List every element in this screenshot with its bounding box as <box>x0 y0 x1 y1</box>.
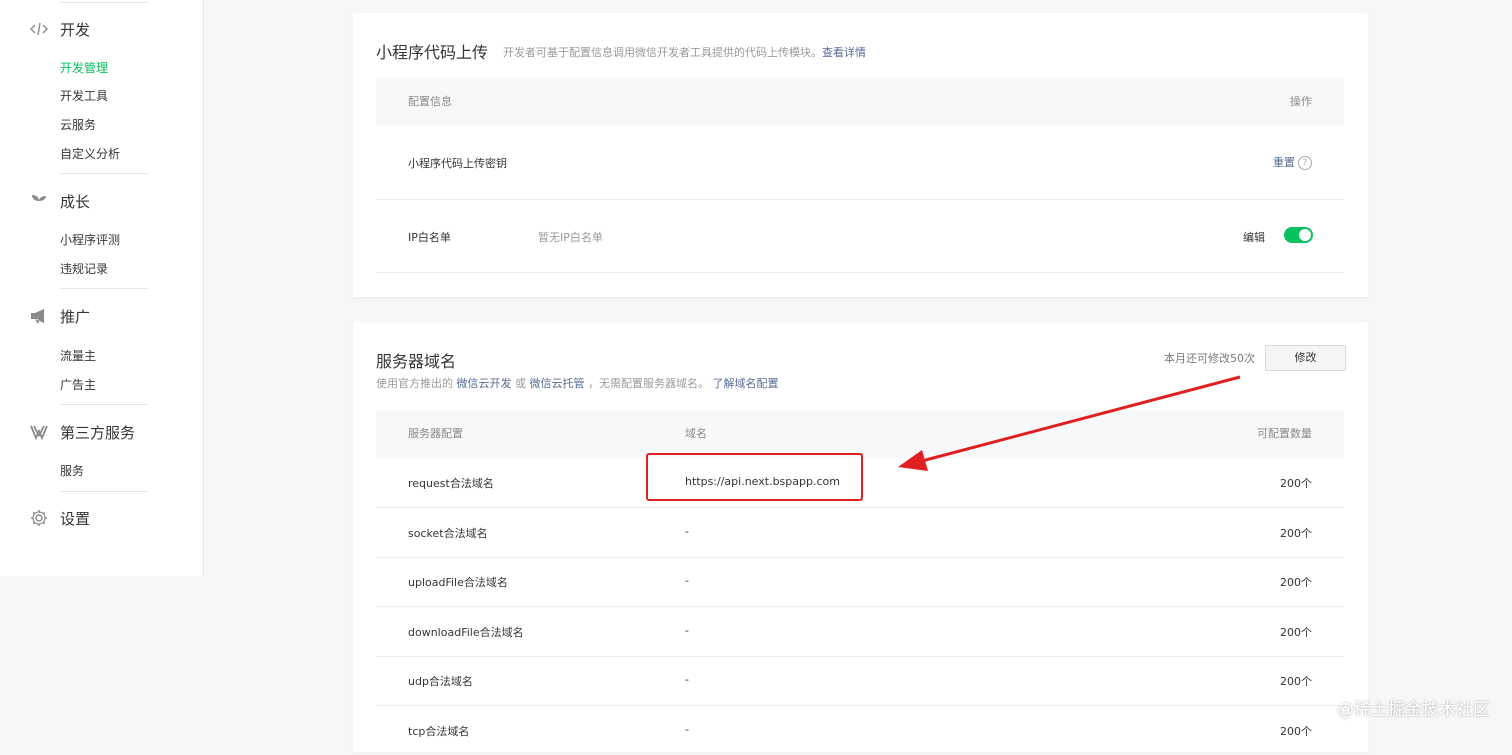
ip-whitelist-toggle[interactable] <box>1284 227 1313 243</box>
sidebar-item-custom-analysis[interactable]: 自定义分析 <box>60 145 120 163</box>
row-config-name: request合法域名 <box>408 477 494 490</box>
sidebar-group-third-party[interactable]: 第三方服务 <box>30 421 135 443</box>
sprout-icon <box>30 192 48 210</box>
sidebar-divider <box>60 491 148 492</box>
sidebar-divider <box>60 2 148 3</box>
code-upload-title: 小程序代码上传 <box>376 43 489 62</box>
code-upload-description: 开发者可基于配置信息调用微信开发者工具提供的代码上传模块。查看详情 <box>503 46 866 59</box>
code-icon <box>30 20 48 38</box>
table-row: uploadFile合法域名 - 200个 <box>376 557 1344 607</box>
server-domain-card: 服务器域名 使用官方推出的 微信云开发 或 微信云托管 ，无需配置服务器域名。 … <box>353 322 1368 752</box>
table-row: udp合法域名 - 200个 <box>376 656 1344 706</box>
ip-whitelist-label: IP白名单 <box>408 231 451 244</box>
learn-domain-config-link[interactable]: 了解域名配置 <box>713 377 779 390</box>
reset-link[interactable]: 重置 <box>1273 156 1295 169</box>
server-domain-title: 服务器域名 <box>376 352 457 371</box>
server-domain-description: 使用官方推出的 微信云开发 或 微信云托管 ，无需配置服务器域名。 了解域名配置 <box>376 377 779 390</box>
reset-action: 重置? <box>1273 154 1312 170</box>
sidebar-group-label: 设置 <box>60 509 91 528</box>
view-details-link[interactable]: 查看详情 <box>822 46 866 59</box>
row-count: 200个 <box>1280 626 1312 639</box>
third-party-icon <box>30 423 48 441</box>
modify-quota-text: 本月还可修改50次 <box>1164 352 1255 365</box>
help-icon[interactable]: ? <box>1298 156 1312 170</box>
row-config-name: tcp合法域名 <box>408 725 470 738</box>
sidebar-divider <box>60 288 148 289</box>
table-row: tcp合法域名 - 200个 <box>376 706 1344 755</box>
ip-whitelist-value: 暂无IP白名单 <box>538 231 603 244</box>
server-domain-table-header: 服务器配置 域名 可配置数量 <box>376 410 1344 458</box>
sidebar-group-growth[interactable]: 成长 <box>30 190 90 212</box>
sidebar-divider <box>60 404 148 405</box>
sidebar-group-label: 推广 <box>60 307 91 326</box>
edit-link[interactable]: 编辑 <box>1243 229 1265 245</box>
sidebar-item-service[interactable]: 服务 <box>60 462 84 480</box>
watermark: @稀土掘金技术社区 <box>1337 700 1490 720</box>
sidebar-item-evaluation[interactable]: 小程序评测 <box>60 231 120 249</box>
row-count: 200个 <box>1280 477 1312 490</box>
sidebar-divider <box>60 173 148 174</box>
table-row: 小程序代码上传密钥 重置? <box>376 126 1344 200</box>
row-count: 200个 <box>1280 725 1312 738</box>
row-domain: - <box>685 525 689 538</box>
row-config-name: socket合法域名 <box>408 527 488 540</box>
sidebar-group-develop[interactable]: 开发 <box>30 18 90 40</box>
megaphone-icon <box>30 307 48 325</box>
sidebar-item-dev-management[interactable]: 开发管理 <box>60 59 108 77</box>
header-count: 可配置数量 <box>1257 427 1312 440</box>
sidebar-item-dev-tools[interactable]: 开发工具 <box>60 87 108 105</box>
row-config-name: udp合法域名 <box>408 675 473 688</box>
sidebar-group-settings[interactable]: 设置 <box>30 507 90 529</box>
toggle-knob <box>1299 229 1311 241</box>
table-row: downloadFile合法域名 - 200个 <box>376 607 1344 657</box>
row-count: 200个 <box>1280 527 1312 540</box>
row-config-name: uploadFile合法域名 <box>408 576 508 589</box>
row-domain: - <box>685 624 689 637</box>
sidebar-item-advertiser[interactable]: 广告主 <box>60 376 96 394</box>
row-config-name: downloadFile合法域名 <box>408 626 524 639</box>
row-count: 200个 <box>1280 576 1312 589</box>
sidebar: 开发 开发管理 开发工具 云服务 自定义分析 成长 小程序评测 违规记录 推广 … <box>0 0 204 576</box>
row-domain: - <box>685 673 689 686</box>
wechat-cloud-dev-link[interactable]: 微信云开发 <box>457 377 512 390</box>
upload-key-label: 小程序代码上传密钥 <box>408 157 507 170</box>
sidebar-group-label: 第三方服务 <box>60 423 136 442</box>
header-config-info: 配置信息 <box>408 95 452 108</box>
code-upload-table-header: 配置信息 操作 <box>376 78 1344 126</box>
sidebar-group-label: 开发 <box>60 20 91 39</box>
sidebar-item-violations[interactable]: 违规记录 <box>60 260 108 278</box>
sidebar-item-cloud-service[interactable]: 云服务 <box>60 116 96 134</box>
header-domain: 域名 <box>685 427 707 440</box>
gear-icon <box>30 509 48 527</box>
header-action: 操作 <box>1290 95 1312 108</box>
sidebar-group-promotion[interactable]: 推广 <box>30 305 90 327</box>
row-domain: - <box>685 574 689 587</box>
table-row: IP白名单 暂无IP白名单 编辑 <box>376 199 1344 273</box>
sidebar-group-label: 成长 <box>60 192 91 211</box>
row-domain: - <box>685 723 689 736</box>
code-upload-card: 小程序代码上传 开发者可基于配置信息调用微信开发者工具提供的代码上传模块。查看详… <box>353 13 1368 297</box>
header-server-config: 服务器配置 <box>408 427 463 440</box>
table-row: socket合法域名 - 200个 <box>376 508 1344 558</box>
row-count: 200个 <box>1280 675 1312 688</box>
wechat-cloud-hosting-link[interactable]: 微信云托管 <box>530 377 585 390</box>
modify-button[interactable]: 修改 <box>1265 345 1346 371</box>
sidebar-item-traffic-owner[interactable]: 流量主 <box>60 347 96 365</box>
highlight-box <box>646 453 863 501</box>
